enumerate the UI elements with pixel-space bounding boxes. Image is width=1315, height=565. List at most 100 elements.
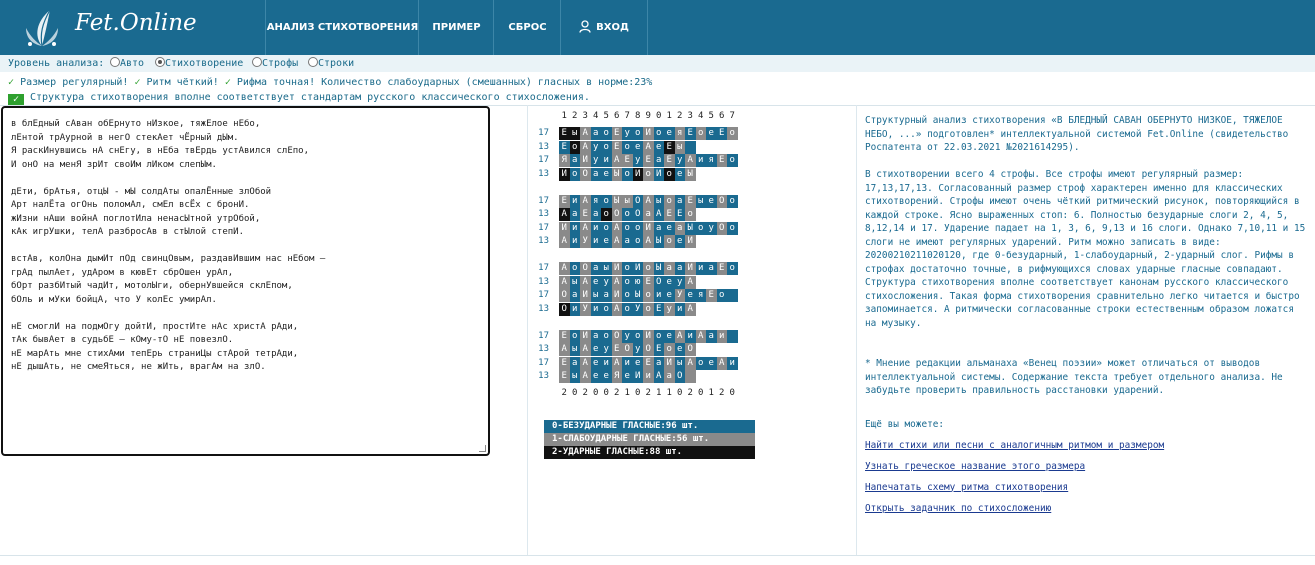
nav-analyze-poem[interactable]: АНАЛИЗ СТИХОТВОРЕНИЯ [265, 0, 419, 55]
level-option-auto-label: Авто [120, 58, 145, 69]
scheme-row: 13 Аи Уи е Аа о А Ыо е И [533, 235, 843, 248]
scheme-column-number: 3 [687, 111, 693, 121]
scheme-cell: о [601, 221, 612, 235]
scheme-cell: И [559, 167, 570, 181]
scheme-cell: Е [674, 208, 685, 221]
poem-line: дЕти, брАтья, отцЫ - мЫ солдАты опалЁнны… [11, 186, 272, 197]
scheme-cell: ы [569, 275, 580, 289]
scheme-cell: А [559, 275, 570, 289]
scheme-row: 17 Еа Ае и Аи е Еа Иы Ао е Аи [533, 356, 843, 370]
scheme-cell: я [695, 289, 706, 302]
scheme-cell [685, 140, 696, 154]
scheme-row: 13 Ео Ау о Ео е Ае Еы [533, 140, 843, 154]
level-option-poem[interactable]: Стихотворение [155, 55, 243, 72]
scheme-rhythm-digit: 2 [645, 388, 651, 398]
scheme-cell: о [622, 167, 633, 181]
scheme-cell: а [622, 235, 633, 248]
poem-textarea[interactable]: в блЕдный сАван обЕрнуто нИзкое, тяжЕлое… [1, 106, 490, 456]
scheme-cell: а [569, 154, 580, 167]
poem-line: нЕ дышАть, не смеЯться, не жИть, врагАм … [11, 362, 266, 372]
scheme-cell: е [632, 140, 643, 154]
scheme-cell: А [685, 154, 696, 167]
scheme-cell: Ы [611, 167, 622, 181]
scheme-cell: Ы [653, 262, 664, 275]
scheme-cell: и [569, 302, 580, 316]
scheme-cell: Ы [632, 289, 643, 302]
scheme-cell: а [590, 208, 601, 221]
radio-poem[interactable] [155, 57, 165, 67]
brand-name[interactable]: Fet.Online [75, 10, 197, 36]
scheme-cell: У [580, 235, 591, 248]
scheme-cell: е [706, 194, 717, 208]
scheme-cell: О [716, 221, 727, 235]
scheme-cell: у [632, 343, 643, 356]
scheme-cell: о [643, 262, 654, 275]
scheme-cell: о [632, 329, 643, 343]
scheme-cell: и [695, 154, 706, 167]
link-find-similar[interactable]: Найти стихи или песни с аналогичным ритм… [865, 439, 1310, 460]
scheme-cell: И [685, 235, 696, 248]
nav-example[interactable]: ПРИМЕР [418, 0, 494, 55]
scheme-row: 13 Аы Ае у Ао ю Е Ое у А [533, 275, 843, 289]
scheme-rhythm-digit: 0 [635, 388, 641, 398]
scheme-cell: Е [611, 140, 622, 154]
scheme-cell: О [622, 343, 633, 356]
scheme-cell: Е [559, 356, 570, 370]
status-summary: ✓ Размер регулярный! ✓ Ритм чёткий! ✓ Ри… [8, 77, 652, 88]
scheme-cell: о [569, 140, 580, 154]
scheme-cell: ы [622, 194, 633, 208]
scheme-cell: Е [580, 208, 591, 221]
scheme-cell: ы [674, 356, 685, 370]
scheme-cell: а [569, 208, 580, 221]
scheme-cell: А [559, 208, 570, 221]
scheme-cell: о [601, 140, 612, 154]
scheme-cell: И [580, 289, 591, 302]
scheme-cell: Ы [685, 167, 696, 181]
resize-handle-icon[interactable] [479, 445, 486, 452]
link-open-taskbook[interactable]: Открыть задачник по стихосложению [865, 502, 1310, 523]
scheme-row: 13 Ои Уи о Ао Уо Еу и А [533, 302, 843, 316]
description-analysis: В стихотворении всего 4 строфы. Все стро… [865, 169, 1306, 329]
scheme-cell: а [706, 262, 717, 275]
stanza-gap [11, 172, 488, 186]
scheme-cell: ю [632, 275, 643, 289]
scheme-cell [685, 370, 696, 383]
analysis-description: Структурный анализ стихотворения «В БЛЕД… [865, 114, 1310, 523]
scheme-rhythm-digit: 2 [719, 388, 725, 398]
link-print-scheme[interactable]: Напечатать схему ритма стихотворения [865, 481, 1310, 502]
scheme-cell: А [674, 329, 685, 343]
scheme-rhythm-digit: 2 [687, 388, 693, 398]
scheme-cell: А [580, 356, 591, 370]
scheme-cell: а [643, 208, 654, 221]
nav-reset[interactable]: СБРОС [493, 0, 561, 55]
scheme-cell: о [569, 262, 580, 275]
scheme-cell: а [590, 262, 601, 275]
scheme-cell: я [674, 127, 685, 140]
scheme-cell: о [695, 127, 706, 140]
poem-line: тАк бывАет в судьбЕ – кОму-тО нЕ повезлО… [11, 335, 234, 345]
scheme-cell: е [664, 275, 675, 289]
scheme-cell: о [664, 167, 675, 181]
radio-stanzas[interactable] [252, 57, 262, 67]
status-structure-text: Структура стихотворения вполне соответст… [30, 92, 590, 103]
radio-auto[interactable] [110, 57, 120, 67]
scheme-cell: Е [611, 343, 622, 356]
scheme-cell: И [643, 329, 654, 343]
syllable-count: 17 [538, 195, 549, 206]
poem-line: бОрт разбИтый чадИт, мотолЫги, обернУвше… [11, 281, 293, 291]
syllable-count: 13 [538, 168, 549, 179]
radio-lines[interactable] [308, 57, 318, 67]
scheme-cell: А [643, 235, 654, 248]
scheme-cell: у [590, 154, 601, 167]
scheme-cell: Е [643, 356, 654, 370]
level-option-auto[interactable]: Авто [110, 55, 144, 72]
scheme-cell: о [727, 194, 738, 208]
level-option-stanzas[interactable]: Строфы [252, 55, 298, 72]
scheme-cell: Е [559, 140, 570, 154]
scheme-cell: И [580, 329, 591, 343]
level-option-lines[interactable]: Строки [308, 55, 354, 72]
link-greek-name[interactable]: Узнать греческое название этого размера [865, 460, 1310, 481]
scheme-cell: ы [590, 289, 601, 302]
description-intro: Структурный анализ стихотворения «В БЛЕД… [865, 115, 1289, 153]
nav-login[interactable]: ВХОД [560, 0, 648, 55]
